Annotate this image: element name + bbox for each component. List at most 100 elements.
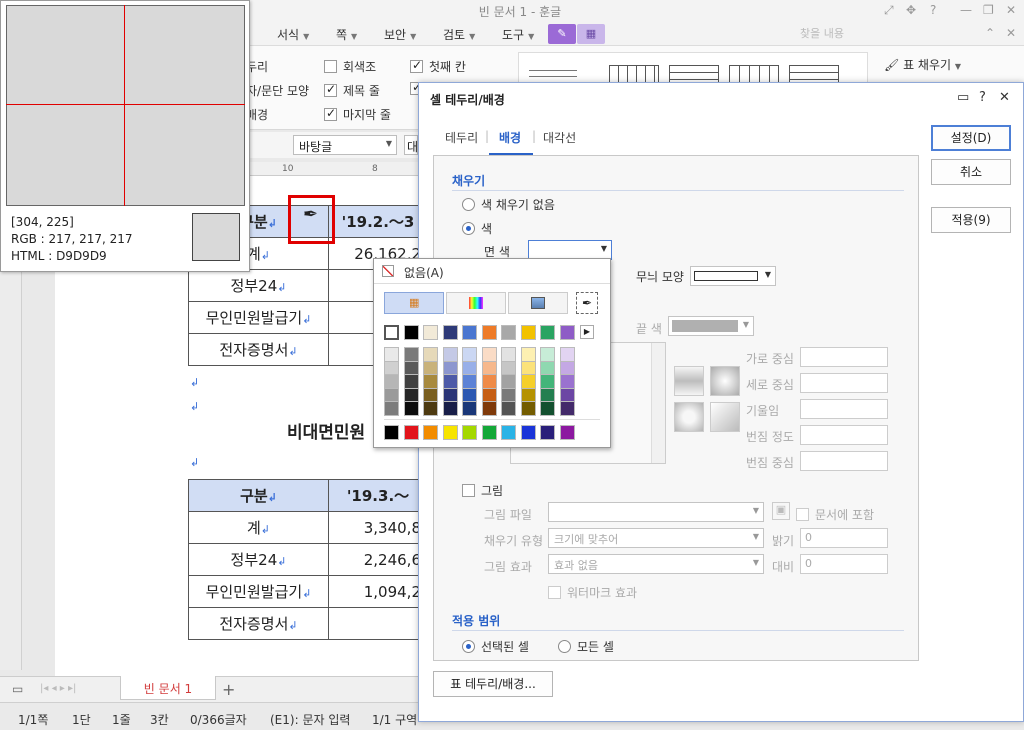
grad-h-center-spin[interactable]: [800, 347, 888, 367]
color-swatch[interactable]: [442, 325, 458, 340]
close-icon[interactable]: ✕: [1006, 3, 1016, 17]
color-swatch-standard[interactable]: [481, 425, 497, 440]
add-tab-button[interactable]: +: [222, 680, 235, 699]
list-scrollbar[interactable]: [651, 343, 665, 463]
restore-icon[interactable]: ❐: [983, 3, 994, 17]
color-swatch[interactable]: [423, 325, 438, 340]
fullscreen-icon[interactable]: ⤢: [884, 3, 894, 18]
table-layout-icon[interactable]: ▦: [577, 24, 605, 44]
picture-checkbox[interactable]: 그림: [462, 482, 503, 499]
color-swatch-shade[interactable]: [501, 401, 516, 416]
apply-button[interactable]: 적용(9): [931, 207, 1011, 233]
eyedropper-button[interactable]: ✒: [576, 292, 598, 314]
scope-all-radio[interactable]: 모든 셀: [558, 638, 614, 655]
palette-tab-theme[interactable]: ▦: [384, 292, 444, 314]
move-icon[interactable]: ✥: [906, 3, 916, 17]
table-cell[interactable]: 전자증명서↲: [188, 333, 329, 366]
table-row[interactable]: 정부24↲ 2,246,6: [188, 543, 428, 576]
contrast-spin[interactable]: 0: [800, 554, 888, 574]
end-color-dropdown[interactable]: ▼: [668, 316, 754, 336]
ribbon-header-row-checkbox[interactable]: 제목 줄: [324, 82, 380, 99]
ribbon-last-row-checkbox[interactable]: 마지막 줄: [324, 106, 391, 123]
dialog-close-icon[interactable]: ✕: [999, 90, 1010, 105]
tab-border[interactable]: 테두리: [445, 129, 478, 146]
table-cell[interactable]: [328, 607, 428, 640]
table-cell[interactable]: 전자증명서↲: [188, 607, 329, 640]
watermark-checkbox[interactable]: 워터마크 효과: [548, 584, 637, 601]
color-swatch[interactable]: [540, 325, 555, 340]
color-swatch-shade[interactable]: [384, 401, 399, 416]
palette-tab-spectrum[interactable]: [446, 292, 506, 314]
table-header-cell[interactable]: '19.3.～: [328, 479, 428, 512]
color-swatch-standard[interactable]: [540, 425, 555, 440]
palette-tab-image[interactable]: [508, 292, 568, 314]
color-swatch[interactable]: [501, 325, 516, 340]
color-swatch-shade[interactable]: [540, 401, 555, 416]
table-fill-button[interactable]: 🖌 표 채우기 ▼: [884, 56, 961, 73]
horizontal-ruler[interactable]: 10 8: [246, 162, 420, 176]
color-swatch-standard[interactable]: [423, 425, 438, 440]
color-swatch-shade[interactable]: [442, 401, 458, 416]
ribbon-grayscale-checkbox[interactable]: 회색조: [324, 58, 376, 75]
picture-effect-dropdown[interactable]: 효과 없음 ▼: [548, 554, 764, 574]
browse-picture-icon[interactable]: ▣: [772, 502, 790, 520]
color-swatch[interactable]: [481, 325, 497, 340]
menu-security[interactable]: 보안 ▼: [384, 26, 416, 43]
color-swatch-shade[interactable]: [559, 401, 575, 416]
scope-selected-radio[interactable]: 선택된 셀: [462, 638, 529, 655]
minimize-icon[interactable]: —: [960, 3, 972, 17]
menu-tools[interactable]: 도구 ▼: [502, 26, 534, 43]
ribbon-collapse-icon[interactable]: ⌃: [985, 26, 995, 40]
color-swatch[interactable]: [520, 325, 536, 340]
color-swatch[interactable]: [559, 325, 575, 340]
menu-page[interactable]: 쪽 ▼: [336, 26, 357, 43]
tab-nav-arrows[interactable]: |◂ ◂ ▸ ▸|: [40, 683, 76, 694]
ok-button[interactable]: 설정(D): [931, 125, 1011, 151]
more-colors-arrow-icon[interactable]: ▶: [580, 325, 594, 339]
table-design-icon[interactable]: ✎: [548, 24, 576, 44]
find-input[interactable]: 찾을 내용: [800, 25, 980, 43]
doc-close-icon[interactable]: ✕: [1006, 26, 1016, 40]
color-swatch-shade[interactable]: [481, 401, 497, 416]
vertical-ruler[interactable]: [0, 270, 22, 670]
ribbon-first-col-checkbox[interactable]: 첫째 칸: [410, 58, 466, 75]
cancel-button[interactable]: 취소: [931, 159, 1011, 185]
brightness-spin[interactable]: 0: [800, 528, 888, 548]
table-cell[interactable]: 3,340,8: [328, 511, 428, 544]
gradient-style-option[interactable]: [674, 366, 704, 396]
section-title[interactable]: 비대면민원: [287, 418, 365, 443]
menu-review[interactable]: 검토 ▼: [443, 26, 475, 43]
table-cell[interactable]: 2,246,6: [328, 543, 428, 576]
no-color-option[interactable]: 없음(A): [404, 264, 444, 281]
gradient-style-option[interactable]: [710, 366, 740, 396]
tab-document[interactable]: 빈 문서 1: [120, 676, 216, 700]
color-swatch[interactable]: [384, 325, 399, 340]
gradient-style-option[interactable]: [674, 402, 704, 432]
ribbon-opt-char-para[interactable]: 자/문단 모양: [246, 82, 309, 99]
table-border-bg-button[interactable]: 표 테두리/배경...: [433, 671, 553, 697]
grad-tilt-spin[interactable]: [800, 399, 888, 419]
color-swatch-standard[interactable]: [403, 425, 419, 440]
font-select[interactable]: 대: [404, 135, 418, 155]
dialog-help-icon[interactable]: ?: [979, 90, 986, 105]
grad-spread-center-spin[interactable]: [800, 451, 888, 471]
color-swatch-standard[interactable]: [559, 425, 575, 440]
picture-file-dropdown[interactable]: ▼: [548, 502, 764, 522]
table-row[interactable]: 구분↲ '19.3.～: [188, 479, 428, 512]
table-row[interactable]: 계↲ 3,340,8: [188, 511, 428, 544]
color-swatch-shade[interactable]: [403, 401, 419, 416]
table-row[interactable]: 무인민원발급기↲ 1,094,2: [188, 575, 428, 608]
table-cell[interactable]: 정부24↲: [188, 269, 329, 302]
no-fill-radio[interactable]: 색 채우기 없음: [462, 196, 555, 213]
table-cell[interactable]: 무인민원발급기↲: [188, 575, 329, 608]
table-cell[interactable]: 무인민원발급기↲: [188, 301, 329, 334]
memo-icon[interactable]: ▭: [12, 682, 23, 696]
grad-v-center-spin[interactable]: [800, 373, 888, 393]
color-swatch[interactable]: [462, 325, 477, 340]
face-color-dropdown[interactable]: ▼: [528, 240, 612, 260]
tab-background[interactable]: 배경: [499, 129, 521, 146]
table-cell[interactable]: 계↲: [188, 511, 329, 544]
table-2[interactable]: 구분↲ '19.3.～ 계↲ 3,340,8 정부24↲ 2,246,6 무인민…: [188, 479, 428, 640]
table-cell[interactable]: 정부24↲: [188, 543, 329, 576]
color-swatch-shade[interactable]: [520, 401, 536, 416]
